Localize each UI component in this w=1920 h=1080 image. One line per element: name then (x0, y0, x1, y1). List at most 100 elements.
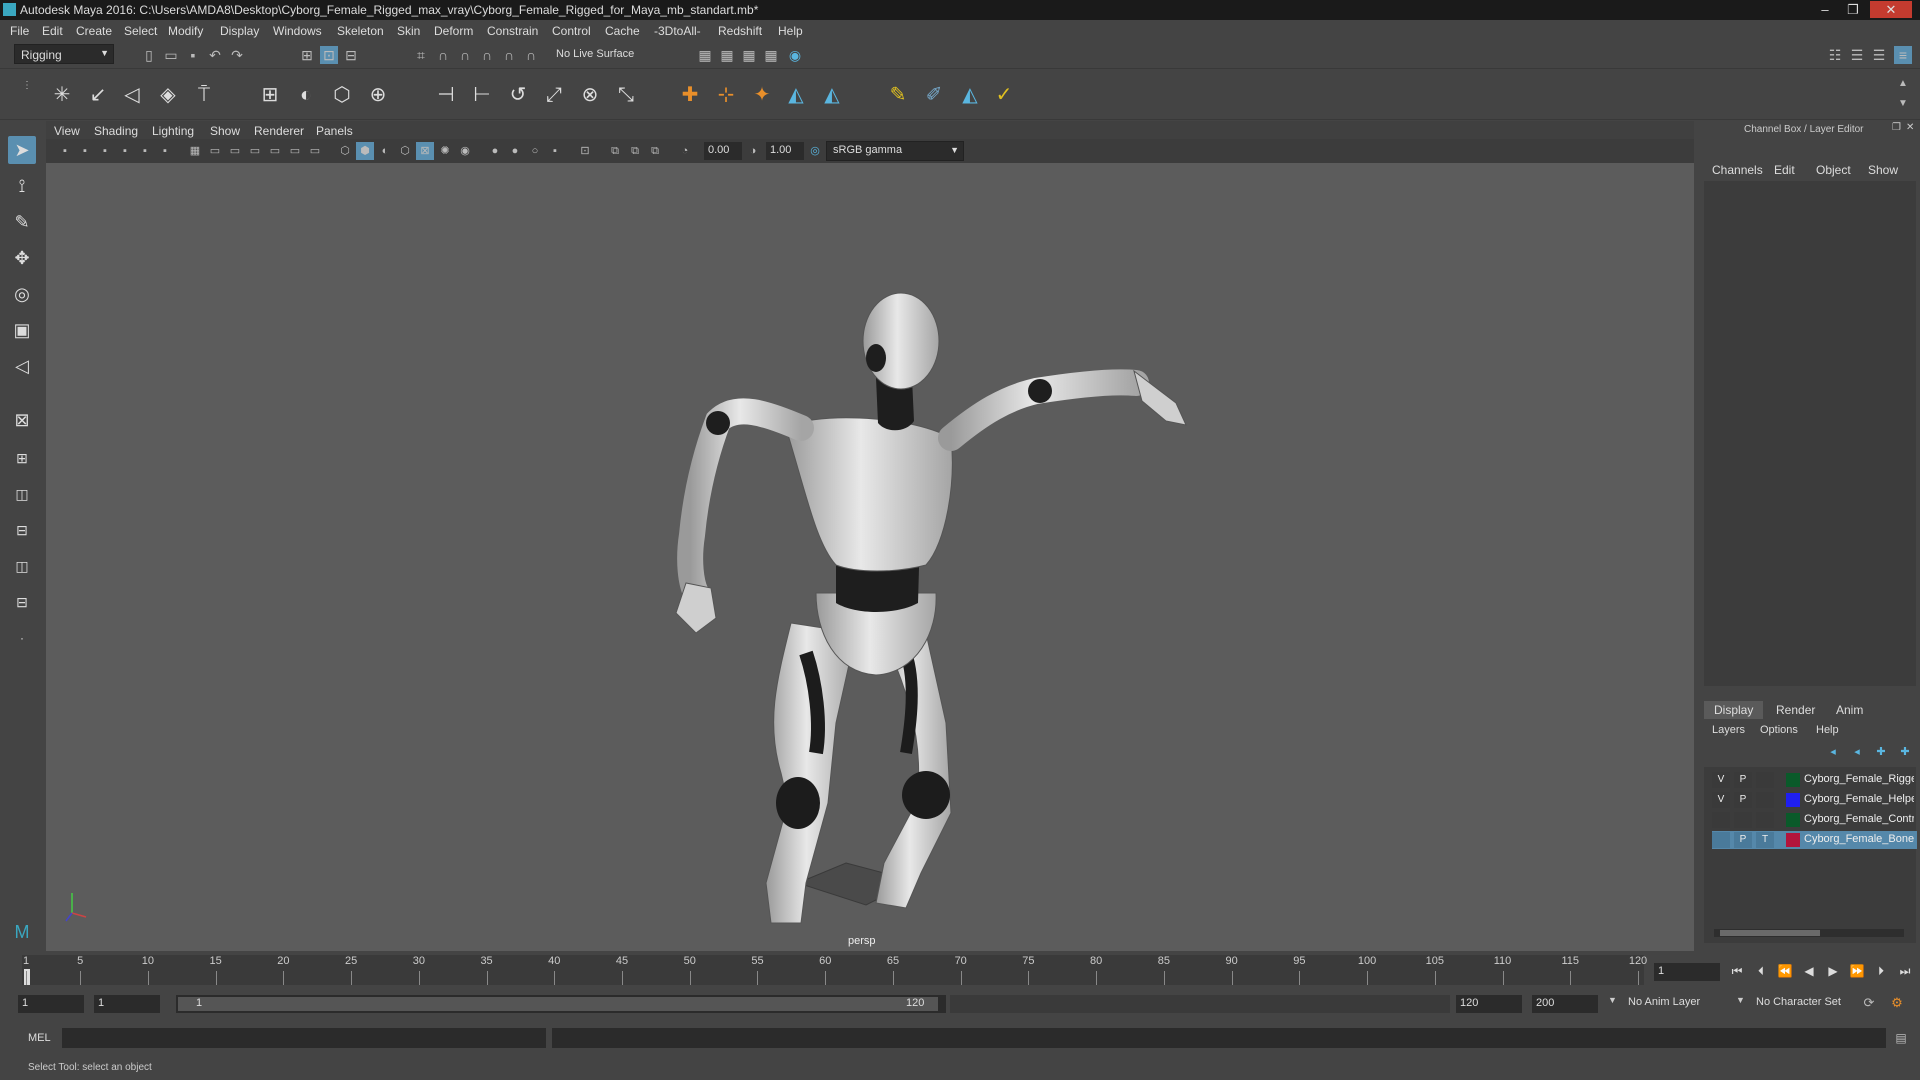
modeling-toolkit-icon[interactable]: ☷ (1826, 46, 1844, 64)
menu-control[interactable]: Control (552, 24, 591, 38)
go-to-start-icon[interactable]: ⏮ (1728, 963, 1746, 979)
play-forwards-icon[interactable]: ▶ (1824, 963, 1842, 979)
menu-deform[interactable]: Deform (434, 24, 473, 38)
safe-title-icon[interactable]: ▭ (306, 142, 324, 160)
four-view-layout-icon[interactable]: ⊞ (8, 444, 36, 472)
layer-color-swatch[interactable] (1786, 773, 1800, 787)
vp-menu-lighting[interactable]: Lighting (152, 124, 194, 138)
outliner-layout-icon[interactable]: ◫ (8, 552, 36, 580)
ik-spline-icon[interactable]: ◁ (118, 81, 146, 109)
menu-skeleton[interactable]: Skeleton (337, 24, 384, 38)
render-current-icon[interactable]: ▦ (718, 46, 736, 64)
display-type-toggle[interactable] (1756, 792, 1774, 808)
shelf-scroll-up-icon[interactable]: ▲ (1894, 75, 1912, 93)
orient-constraint-icon[interactable]: ↺ (504, 81, 532, 109)
scale-tool-icon[interactable]: ▣ (8, 316, 36, 344)
gamma-field[interactable]: 1.00 (766, 142, 804, 160)
vp-menu-view[interactable]: View (54, 124, 80, 138)
menu-skin[interactable]: Skin (397, 24, 420, 38)
ik-handle-icon[interactable]: ↙ (84, 81, 112, 109)
maximize-button[interactable]: ❐ (1840, 1, 1866, 18)
smooth-shade-icon[interactable]: ⬢ (356, 142, 374, 160)
isolate-select-icon[interactable]: ⊡ (576, 142, 594, 160)
layer-scrollbar[interactable] (1714, 929, 1904, 937)
joint-orient-icon[interactable]: ⊹ (712, 81, 740, 109)
range-handle[interactable] (178, 997, 938, 1011)
chevron-down-icon[interactable]: ▼ (1608, 995, 1617, 1005)
image-plane-icon[interactable]: ▪ (116, 142, 134, 160)
persp-outliner-layout-icon[interactable]: ◫ (8, 480, 36, 508)
textured-icon[interactable]: ⊠ (416, 142, 434, 160)
tool-settings-icon[interactable]: ☰ (1870, 46, 1888, 64)
depth-of-field-icon[interactable]: ▪ (546, 142, 564, 160)
undo-icon[interactable]: ↶ (206, 46, 224, 64)
human-ik-icon[interactable]: ⍑ (190, 81, 218, 109)
redo-icon[interactable]: ↷ (228, 46, 246, 64)
layer-name[interactable]: Cyborg_Female_Helpe (1804, 793, 1914, 805)
check-icon[interactable]: ✓ (990, 81, 1018, 109)
color-management-icon[interactable]: ◎ (806, 142, 824, 160)
display-type-toggle[interactable] (1756, 772, 1774, 788)
menu-help[interactable]: Help (778, 24, 803, 38)
minimize-button[interactable]: – (1812, 1, 1838, 18)
vp-menu-show[interactable]: Show (210, 124, 240, 138)
grease-pencil-icon[interactable]: ▪ (156, 142, 174, 160)
menu-constrain[interactable]: Constrain (487, 24, 538, 38)
multisample-aa-icon[interactable]: ○ (526, 142, 544, 160)
camera-select-icon[interactable]: ▪ (56, 142, 74, 160)
joint-tool-icon[interactable]: ✳ (48, 81, 76, 109)
step-back-key-icon[interactable]: ⏴ (1752, 963, 1770, 979)
new-layer-icon[interactable]: ✚ (1872, 743, 1890, 761)
step-forward-frame-icon[interactable]: ⏩ (1848, 963, 1866, 979)
script-type-label[interactable]: MEL (28, 1032, 51, 1044)
close-panel-icon[interactable]: ✕ (1906, 122, 1914, 133)
safe-action-icon[interactable]: ▭ (286, 142, 304, 160)
cluster-icon[interactable]: ⊕ (364, 81, 392, 109)
layer-row[interactable]: Cyborg_Female_Contr (1712, 811, 1917, 829)
lattice-icon[interactable]: ⬡ (328, 81, 356, 109)
exposure-field[interactable]: 0.00 (704, 142, 742, 160)
current-time-indicator[interactable] (24, 969, 30, 985)
gate-mask-icon[interactable]: ▭ (246, 142, 264, 160)
go-to-end-icon[interactable]: ⏭ (1896, 963, 1914, 979)
hypershade-layout-icon[interactable]: ⊟ (8, 588, 36, 616)
playback-start-field[interactable]: 1 (94, 995, 160, 1013)
snap-point-icon[interactable]: ∩ (456, 46, 474, 64)
xray-icon[interactable]: ⧉ (606, 142, 624, 160)
field-chart-icon[interactable]: ▭ (266, 142, 284, 160)
command-input[interactable] (62, 1028, 546, 1048)
2d-pan-icon[interactable]: ▪ (136, 142, 154, 160)
wireframe-icon[interactable]: ⬡ (336, 142, 354, 160)
menu-set-dropdown[interactable]: Rigging ▼ (14, 44, 114, 64)
camera-attr-icon[interactable]: ▪ (76, 142, 94, 160)
select-object-icon[interactable]: ⊡ (320, 46, 338, 64)
layer-color-swatch[interactable] (1786, 833, 1800, 847)
move-layer-down-icon[interactable]: ◂ (1848, 743, 1866, 761)
step-forward-key-icon[interactable]: ⏵ (1872, 963, 1890, 979)
point-constraint-icon[interactable]: ⊣ (432, 81, 460, 109)
menu-cache[interactable]: Cache (605, 24, 640, 38)
playback-end-field[interactable]: 120 (1456, 995, 1522, 1013)
current-frame-field[interactable]: 1 (1654, 963, 1720, 981)
paint-select-icon[interactable]: ✎ (8, 208, 36, 236)
move-tool-icon[interactable]: ✥ (8, 244, 36, 272)
film-gate-icon[interactable]: ▭ (206, 142, 224, 160)
view-transform-dropdown[interactable]: sRGB gamma ▼ (826, 141, 964, 161)
orient-joint-icon[interactable]: ◈ (154, 81, 182, 109)
hypershade-icon[interactable]: ◉ (786, 46, 804, 64)
exposure-icon[interactable]: ◔ (676, 142, 694, 160)
character-set-dropdown[interactable]: No Character Set (1756, 996, 1841, 1008)
menu-windows[interactable]: Windows (273, 24, 322, 38)
layer-row-selected[interactable]: P T Cyborg_Female_Bones (1712, 831, 1917, 849)
snap-curve-icon[interactable]: ∩ (434, 46, 452, 64)
new-scene-icon[interactable]: ▯ (140, 46, 158, 64)
3dtoall-rig-icon[interactable]: ◭ (818, 81, 846, 109)
menu-create[interactable]: Create (76, 24, 112, 38)
resolution-gate-icon[interactable]: ▭ (226, 142, 244, 160)
display-type-toggle[interactable] (1756, 812, 1774, 828)
edit-menu[interactable]: Edit (1774, 163, 1795, 177)
visibility-toggle[interactable]: V (1712, 772, 1730, 788)
layer-row[interactable]: V P Cyborg_Female_Rigge (1712, 771, 1917, 789)
single-view-layout-icon[interactable]: ⊠ (8, 406, 36, 434)
viewport-canvas[interactable]: persp (46, 163, 1694, 951)
